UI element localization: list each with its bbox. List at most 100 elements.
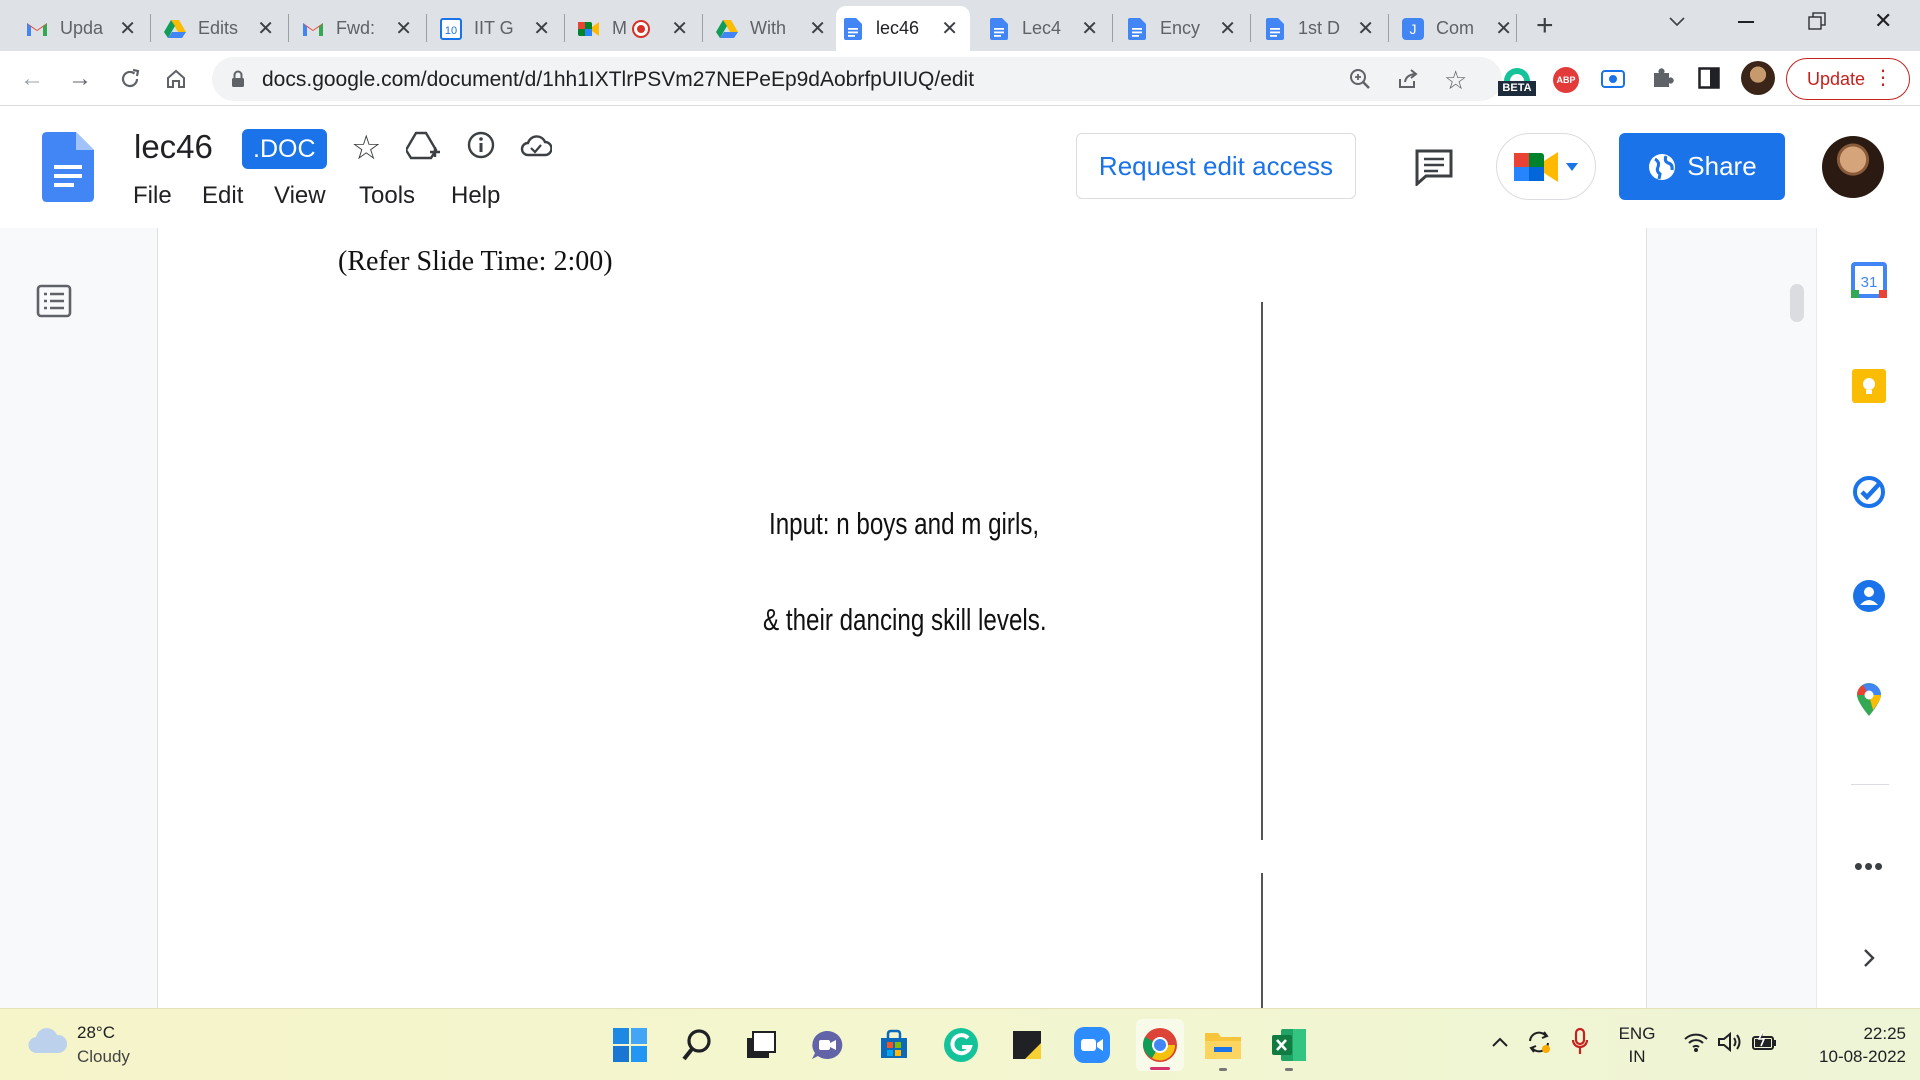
- browser-tab[interactable]: M ✕: [572, 6, 700, 51]
- slide-divider-line: [1261, 873, 1263, 1008]
- menu-view[interactable]: View: [274, 182, 326, 210]
- browser-tab[interactable]: Upda ✕: [20, 6, 148, 51]
- google-docs-logo-icon[interactable]: [42, 132, 94, 207]
- close-tab-icon[interactable]: ✕: [809, 16, 826, 41]
- reload-icon[interactable]: [114, 63, 146, 95]
- microphone-icon[interactable]: [1571, 1027, 1589, 1062]
- user-avatar[interactable]: [1822, 136, 1884, 198]
- extensions-puzzle-icon[interactable]: [1650, 65, 1674, 94]
- back-arrow-icon[interactable]: ←: [16, 63, 48, 95]
- teams-chat-icon[interactable]: [808, 1026, 846, 1064]
- forward-arrow-icon[interactable]: →: [64, 63, 96, 95]
- side-panel-icon[interactable]: [1698, 67, 1720, 94]
- chevron-right-icon[interactable]: [1851, 940, 1887, 976]
- battery-charging-icon[interactable]: [1751, 1029, 1779, 1058]
- lock-icon[interactable]: [230, 70, 246, 93]
- google-contacts-icon[interactable]: [1851, 578, 1887, 614]
- profile-avatar[interactable]: [1741, 61, 1775, 95]
- tray-chevron-up-icon[interactable]: [1491, 1035, 1509, 1053]
- chrome-taskbar-icon[interactable]: [1136, 1019, 1184, 1071]
- excel-icon[interactable]: [1270, 1026, 1308, 1071]
- meet-button[interactable]: [1496, 133, 1596, 200]
- browser-tab[interactable]: J Com ✕: [1396, 6, 1524, 51]
- grammarly-beta-extension-icon[interactable]: BETA: [1498, 59, 1536, 99]
- document-title[interactable]: lec46: [134, 128, 213, 166]
- task-view-icon[interactable]: [742, 1026, 780, 1064]
- google-meet-icon: [578, 18, 600, 40]
- close-tab-icon[interactable]: ✕: [671, 16, 688, 41]
- volume-icon[interactable]: [1717, 1031, 1743, 1058]
- menu-tools[interactable]: Tools: [359, 182, 415, 210]
- windows-start-icon[interactable]: [611, 1026, 649, 1064]
- info-icon[interactable]: [466, 130, 496, 165]
- sticky-notes-icon[interactable]: [1008, 1026, 1046, 1064]
- zoom-app-icon[interactable]: [1073, 1026, 1111, 1064]
- microsoft-store-icon[interactable]: [875, 1026, 913, 1064]
- sync-icon[interactable]: [1526, 1029, 1552, 1060]
- windows-taskbar: 28°C Cloudy ENG IN 22:25 10-08-2022: [0, 1008, 1920, 1080]
- update-button[interactable]: Update ⋮: [1786, 58, 1910, 100]
- close-window-icon[interactable]: ✕: [1874, 8, 1892, 34]
- file-explorer-icon[interactable]: [1204, 1026, 1242, 1071]
- search-icon[interactable]: [678, 1026, 716, 1064]
- close-tab-icon[interactable]: ✕: [1219, 16, 1236, 41]
- google-docs-icon: [988, 18, 1010, 40]
- url-text[interactable]: docs.google.com/document/d/1hh1IXTlrPSVm…: [262, 68, 974, 92]
- menu-help[interactable]: Help: [451, 182, 500, 210]
- menu-edit[interactable]: Edit: [202, 182, 243, 210]
- browser-toolbar: ← → docs.google.com/document/d/1hh1IXTlr…: [0, 51, 1920, 106]
- tab-search-chevron-icon[interactable]: [1668, 12, 1686, 35]
- move-to-drive-icon[interactable]: [404, 130, 440, 167]
- browser-tab[interactable]: With ✕: [710, 6, 838, 51]
- close-tab-icon[interactable]: ✕: [395, 16, 412, 41]
- clock[interactable]: 22:25 10-08-2022: [1786, 1022, 1906, 1068]
- browser-tab[interactable]: 1st D ✕: [1258, 6, 1386, 51]
- close-tab-icon[interactable]: ✕: [1357, 16, 1374, 41]
- address-bar[interactable]: docs.google.com/document/d/1hh1IXTlrPSVm…: [212, 57, 1502, 101]
- request-edit-access-button[interactable]: Request edit access: [1076, 133, 1356, 199]
- language-indicator[interactable]: ENG IN: [1617, 1022, 1657, 1068]
- star-icon[interactable]: ☆: [351, 128, 381, 168]
- minimize-icon[interactable]: [1738, 21, 1754, 23]
- browser-tab[interactable]: Ency ✕: [1120, 6, 1248, 51]
- document-area: (Refer Slide Time: 2:00) Input: n boys a…: [0, 228, 1816, 1008]
- more-dots-icon[interactable]: •••: [1851, 848, 1887, 884]
- bookmark-star-icon[interactable]: ☆: [1444, 65, 1467, 96]
- zoom-icon[interactable]: [1348, 67, 1372, 96]
- close-tab-icon[interactable]: ✕: [1495, 16, 1512, 41]
- menu-file[interactable]: File: [133, 182, 172, 210]
- google-calendar-icon[interactable]: 31: [1851, 262, 1887, 298]
- close-tab-icon[interactable]: ✕: [1081, 16, 1098, 41]
- comment-history-icon[interactable]: [1414, 148, 1454, 191]
- close-tab-icon[interactable]: ✕: [533, 16, 550, 41]
- new-tab-icon[interactable]: +: [1536, 9, 1554, 43]
- browser-tab[interactable]: 10 IIT G ✕: [434, 6, 562, 51]
- svg-text:10: 10: [445, 25, 457, 37]
- grammarly-icon[interactable]: [942, 1026, 980, 1064]
- browser-tab[interactable]: Edits ✕: [158, 6, 286, 51]
- cloudy-weather-icon[interactable]: [28, 1027, 68, 1060]
- scrollbar-thumb[interactable]: [1790, 284, 1804, 322]
- share-button[interactable]: Share: [1619, 133, 1785, 200]
- browser-tab[interactable]: Lec4 ✕: [982, 6, 1110, 51]
- screen-capture-extension-icon[interactable]: [1601, 69, 1625, 94]
- google-tasks-icon[interactable]: [1851, 474, 1887, 510]
- browser-tab[interactable]: Fwd: ✕: [296, 6, 424, 51]
- browser-tab-active[interactable]: lec46 ✕: [836, 6, 970, 51]
- close-tab-icon[interactable]: ✕: [941, 16, 958, 41]
- document-page[interactable]: (Refer Slide Time: 2:00) Input: n boys a…: [157, 228, 1647, 1008]
- home-icon[interactable]: [160, 63, 192, 95]
- close-tab-icon[interactable]: ✕: [119, 16, 136, 41]
- close-tab-icon[interactable]: ✕: [257, 16, 274, 41]
- document-outline-icon[interactable]: [36, 284, 72, 323]
- weather-temperature[interactable]: 28°C: [77, 1023, 115, 1043]
- share-page-icon[interactable]: [1396, 67, 1420, 96]
- google-maps-icon[interactable]: [1851, 682, 1887, 718]
- slide-text-line-2: & their dancing skill levels.: [763, 602, 1047, 637]
- google-keep-icon[interactable]: [1851, 368, 1887, 404]
- adblock-plus-extension-icon[interactable]: ABP: [1553, 67, 1579, 93]
- restore-icon[interactable]: [1808, 12, 1826, 35]
- wifi-icon[interactable]: [1683, 1031, 1709, 1058]
- running-app-indicator: [1285, 1068, 1293, 1071]
- cloud-saved-icon[interactable]: [520, 134, 553, 163]
